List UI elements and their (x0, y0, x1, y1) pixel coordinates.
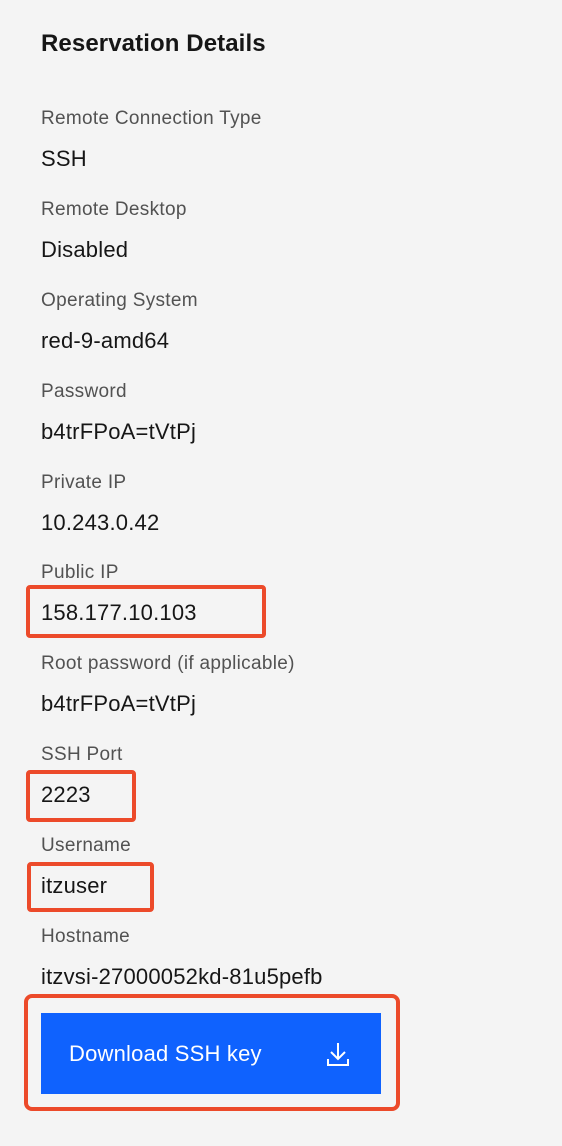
private-ip-value: 10.243.0.42 (41, 510, 160, 535)
hostname-value: itzvsi-27000052kd-81u5pefb (41, 964, 323, 989)
username-value: itzuser (41, 873, 108, 898)
reservation-details-panel: Reservation Details Remote Connection Ty… (0, 0, 562, 1146)
remote-desktop-value: Disabled (41, 237, 129, 262)
username-label: Username (41, 835, 132, 856)
password-label: Password (41, 381, 127, 402)
download-icon (326, 1041, 350, 1067)
remote-desktop-label: Remote Desktop (41, 199, 187, 220)
ssh-port-value: 2223 (41, 782, 91, 807)
public-ip-value: 158.177.10.103 (41, 600, 197, 625)
operating-system-value: red-9-amd64 (41, 328, 170, 353)
private-ip-label: Private IP (41, 472, 127, 493)
root-password-label: Root password (if applicable) (41, 653, 295, 674)
root-password-value: b4trFPoA=tVtPj (41, 691, 197, 716)
password-value: b4trFPoA=tVtPj (41, 419, 197, 444)
remote-connection-type-label: Remote Connection Type (41, 108, 262, 129)
download-ssh-key-label: Download SSH key (69, 1040, 262, 1066)
public-ip-label: Public IP (41, 562, 119, 583)
download-ssh-key-button[interactable]: Download SSH key (41, 1013, 381, 1094)
remote-connection-type-value: SSH (41, 146, 87, 171)
panel-title: Reservation Details (41, 30, 266, 57)
ssh-port-label: SSH Port (41, 744, 123, 765)
hostname-label: Hostname (41, 926, 130, 947)
operating-system-label: Operating System (41, 290, 198, 311)
